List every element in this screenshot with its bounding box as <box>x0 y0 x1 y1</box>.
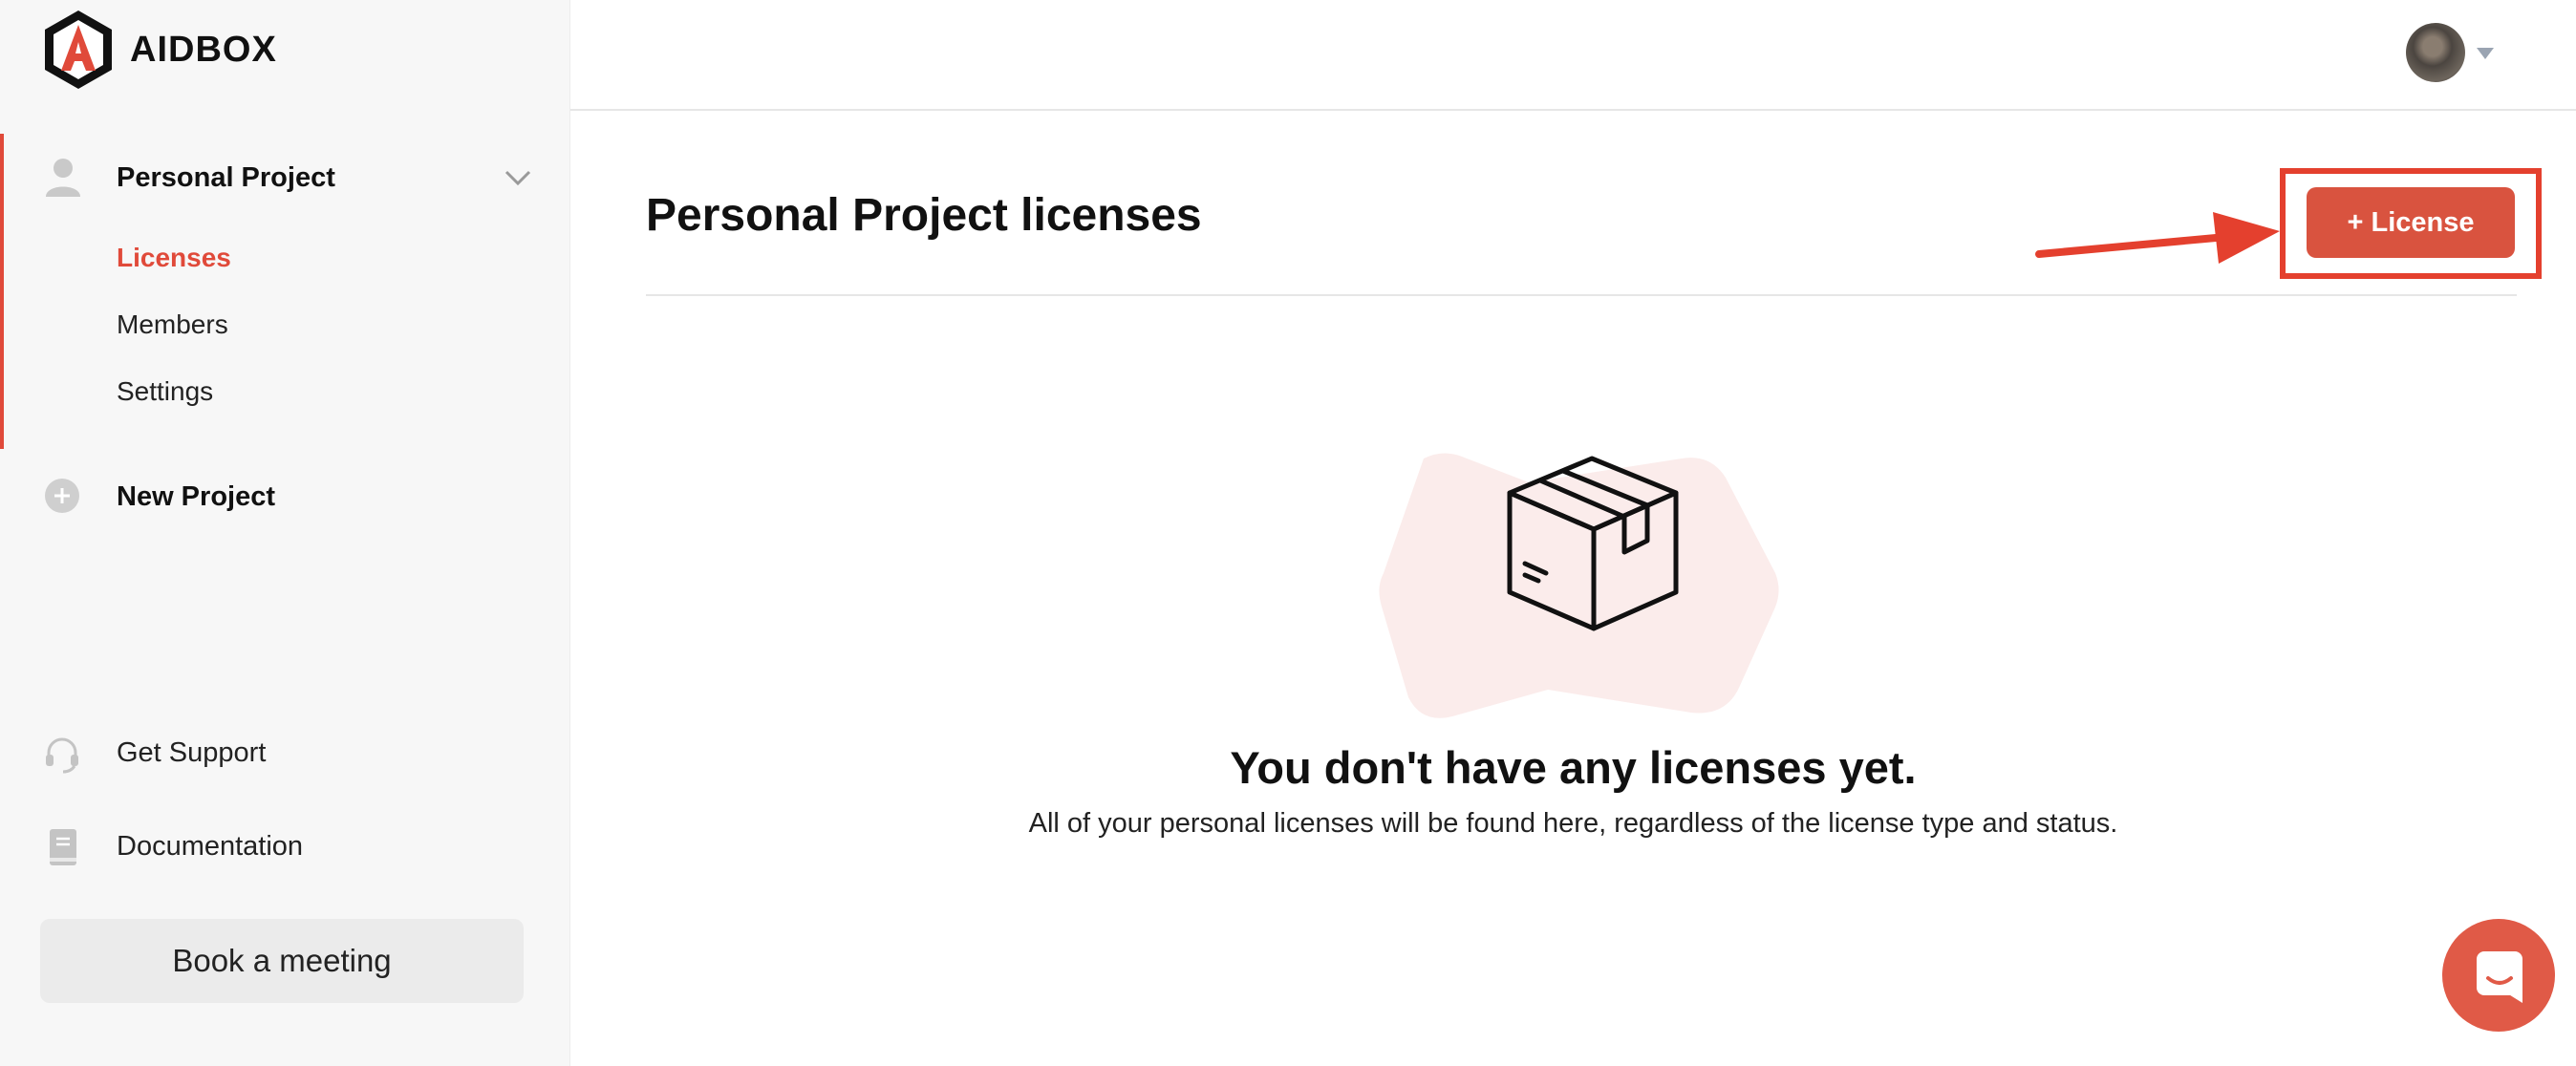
title-divider <box>646 294 2517 296</box>
book-icon <box>50 829 76 865</box>
empty-box-illustration <box>1379 453 1779 718</box>
plus-circle-icon <box>45 479 79 513</box>
chevron-down-icon[interactable] <box>501 166 535 189</box>
headset-icon <box>46 737 78 774</box>
aidbox-logo-icon <box>45 11 112 89</box>
sidebar: AIDBOX Personal Project Licenses Members… <box>0 0 570 1066</box>
empty-state-title-wrap: You don't have any licenses yet. <box>570 741 2576 794</box>
chat-launcher-button[interactable] <box>2442 919 2555 1032</box>
sidebar-item-members[interactable]: Members <box>117 309 228 340</box>
get-support-item[interactable]: Get Support <box>0 724 569 781</box>
brand-logo[interactable]: AIDBOX <box>40 8 277 92</box>
new-project-label: New Project <box>117 481 275 512</box>
project-name: Personal Project <box>117 162 335 193</box>
user-icon <box>46 159 80 197</box>
project-personal[interactable]: Personal Project <box>0 143 569 214</box>
chat-icon <box>2477 951 2522 1003</box>
top-bar <box>570 0 2576 111</box>
add-license-button[interactable]: + License <box>2307 187 2515 258</box>
new-project-item[interactable]: New Project <box>0 464 569 527</box>
user-avatar[interactable] <box>2406 23 2465 82</box>
brand-name: AIDBOX <box>130 29 277 70</box>
empty-state-title: You don't have any licenses yet. <box>1230 742 1917 793</box>
book-meeting-button[interactable]: Book a meeting <box>40 919 524 1003</box>
caret-down-icon[interactable] <box>2477 48 2494 59</box>
empty-state-description-wrap: All of your personal licenses will be fo… <box>570 808 2576 840</box>
get-support-label: Get Support <box>117 737 267 768</box>
page-title: Personal Project licenses <box>646 190 1202 241</box>
documentation-label: Documentation <box>117 831 304 862</box>
sidebar-item-licenses[interactable]: Licenses <box>117 243 231 273</box>
documentation-item[interactable]: Documentation <box>0 818 569 875</box>
empty-state-description: All of your personal licenses will be fo… <box>1028 808 2118 839</box>
sidebar-item-settings[interactable]: Settings <box>117 376 213 407</box>
arrow-annotation-icon <box>2035 212 2280 264</box>
